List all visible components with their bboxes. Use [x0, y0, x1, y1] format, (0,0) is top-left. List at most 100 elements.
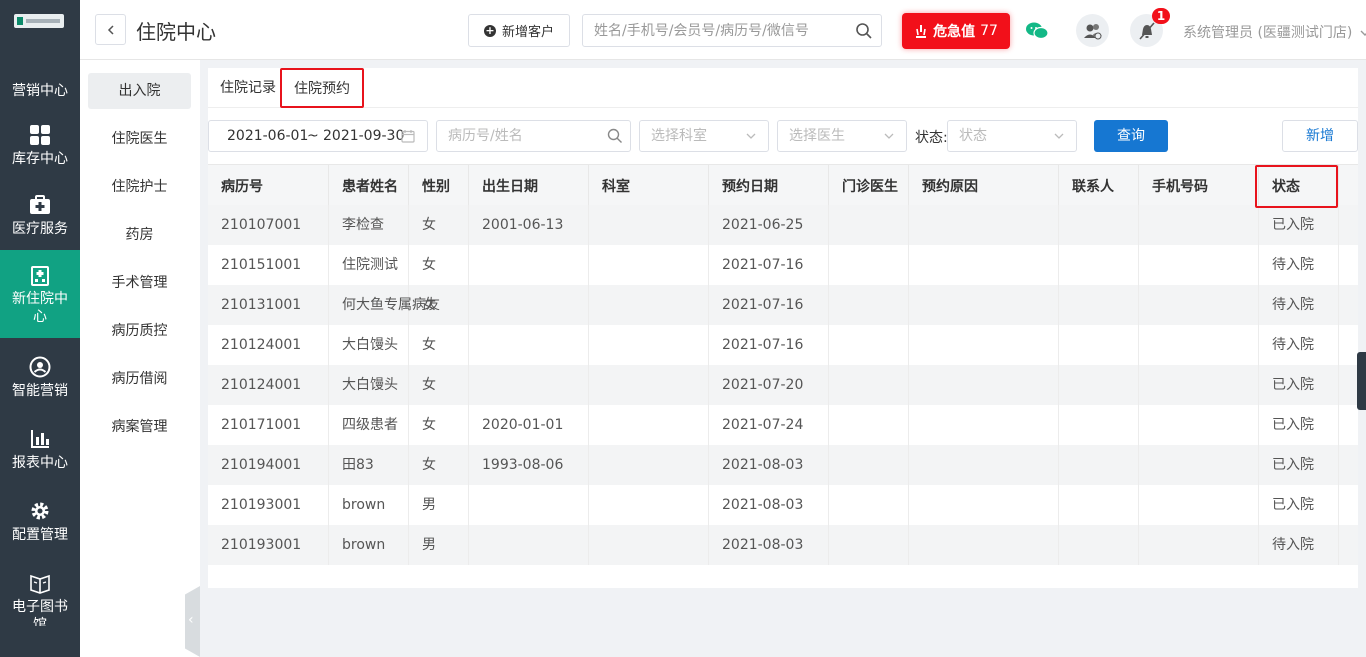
col-booking-reason-header[interactable]: 预约原因 — [909, 165, 1059, 205]
critical-value-button[interactable]: 危急值 77 — [902, 13, 1010, 49]
add-button[interactable]: 新增 — [1282, 120, 1358, 152]
col-outpatient-doctor-header[interactable]: 门诊医生 — [829, 165, 909, 205]
submenu-item-nurse[interactable]: 住院护士 — [88, 169, 191, 205]
col-patient-name-cell: 何大鱼专属病友 — [329, 285, 440, 325]
nav-item-inpatient[interactable]: 新住院中心 — [0, 250, 80, 338]
department-select[interactable]: 选择科室 — [639, 120, 769, 152]
col-record-no-cell: 210171001 — [208, 405, 329, 445]
table-row[interactable]: 210194001 田83 女 1993-08-06 2021-08-03 已入院 — [208, 445, 1358, 485]
table-row[interactable]: 210193001 brown 男 2021-08-03 已入院 — [208, 485, 1358, 525]
submenu-item-doctor[interactable]: 住院医生 — [88, 121, 191, 157]
col-phone-cell — [1139, 405, 1259, 445]
user-menu[interactable]: 系统管理员 (医疆测试门店) — [1183, 22, 1366, 42]
wechat-icon[interactable] — [1024, 18, 1050, 44]
patient-search-input[interactable] — [437, 121, 597, 151]
table-row[interactable]: 210124001 大白馒头女 2021-07-20 已入院 — [208, 365, 1358, 405]
nav-item-inventory[interactable]: 库存中心 — [0, 116, 80, 180]
col-department-header[interactable]: 科室 — [589, 165, 709, 205]
nav-item-smart-marketing[interactable]: 智能营销 — [0, 350, 80, 412]
col-booking-reason-cell — [909, 365, 1059, 405]
col-phone-cell — [1139, 325, 1259, 365]
col-patient-name-header[interactable]: 患者姓名 — [329, 165, 409, 205]
date-start: 2021-06-01 — [227, 128, 309, 144]
date-range-picker[interactable]: 2021-06-01 ~ 2021-09-30 — [208, 120, 428, 152]
table-row[interactable]: 210193001 brown 男 2021-08-03 待入院 — [208, 525, 1358, 565]
col-outpatient-doctor-cell — [829, 525, 909, 565]
nav-item-label: 营销中心 — [12, 83, 68, 99]
col-phone-cell — [1139, 445, 1259, 485]
col-booking-date-cell: 2021-08-03 — [709, 445, 829, 485]
col-record-no-cell: 210124001 — [208, 325, 329, 365]
submenu-item-admission[interactable]: 出入院 — [88, 73, 191, 109]
col-department-cell — [589, 405, 709, 445]
side-drawer-tab[interactable] — [1357, 352, 1366, 410]
user-name: 系统管理员 (医疆测试门店) — [1183, 25, 1353, 41]
col-birth-date-header[interactable]: 出生日期 — [469, 165, 589, 205]
col-contact-cell — [1059, 365, 1139, 405]
submenu-item-surgery[interactable]: 手术管理 — [88, 265, 191, 301]
table-row[interactable]: 210151001 住院测试女 2021-07-16 待入院 — [208, 245, 1358, 285]
col-record-no-header[interactable]: 病历号 — [208, 165, 329, 205]
col-outpatient-doctor-cell — [829, 405, 909, 445]
col-phone-cell — [1139, 205, 1259, 245]
col-gender-cell: 男 — [409, 485, 469, 525]
nav-item-config[interactable]: 配置管理 — [0, 494, 80, 556]
chevron-left-icon: ‹ — [188, 612, 194, 628]
nav-item-label: 配置管理 — [12, 527, 68, 543]
nav-item-marketing[interactable]: 营销中心 — [0, 74, 80, 108]
app-logo — [14, 14, 64, 28]
col-booking-date-header[interactable]: 预约日期 — [709, 165, 829, 205]
table-row[interactable]: 210124001 大白馒头女 2021-07-16 待入院 — [208, 325, 1358, 365]
col-patient-name-cell: 大白馒头 — [329, 325, 409, 365]
query-button[interactable]: 查询 — [1094, 120, 1168, 152]
doctor-select-placeholder: 选择医生 — [789, 128, 845, 144]
tab-booking[interactable]: 住院预约 — [280, 68, 364, 108]
col-contact-cell — [1059, 405, 1139, 445]
booking-table: 病历号 患者姓名 性别 出生日期 科室 预约日期 门诊医生 预约原因 联系人 手机号码 状态 210… — [208, 164, 1358, 574]
team-button[interactable] — [1076, 14, 1109, 47]
nav-item-library[interactable]: 电子图书馆 — [0, 566, 80, 626]
nav-item-label: 报表中心 — [12, 455, 68, 471]
col-contact-header[interactable]: 联系人 — [1059, 165, 1139, 205]
col-booking-date-cell: 2021-07-16 — [709, 285, 829, 325]
new-customer-button[interactable]: + 新增客户 — [468, 14, 570, 47]
col-status-cell: 已入院 — [1259, 365, 1339, 405]
col-status-header[interactable]: 状态 — [1259, 165, 1339, 205]
back-button[interactable] — [95, 14, 126, 45]
table-row[interactable]: 210171001 四级患者女 2020-01-01 2021-07-24 已入院 — [208, 405, 1358, 445]
book-icon — [30, 574, 50, 594]
col-status-cell: 已入院 — [1259, 485, 1339, 525]
col-contact-cell — [1059, 485, 1139, 525]
submenu-item-record-qc[interactable]: 病历质控 — [88, 313, 191, 349]
col-patient-name-cell: 李检查 — [329, 205, 409, 245]
department-select-placeholder: 选择科室 — [651, 128, 707, 144]
status-select[interactable]: 状态 — [947, 120, 1077, 152]
col-phone-cell — [1139, 285, 1259, 325]
tab-records[interactable]: 住院记录 — [220, 68, 276, 108]
nav-item-label: 智能营销 — [12, 383, 68, 399]
col-birth-date-cell — [469, 325, 589, 365]
col-birth-date-cell — [469, 285, 589, 325]
col-record-no-cell: 210107001 — [208, 205, 329, 245]
submenu-item-case-mgmt[interactable]: 病案管理 — [88, 409, 191, 445]
submenu-item-pharmacy[interactable]: 药房 — [88, 217, 191, 253]
nav-item-reports[interactable]: 报表中心 — [0, 422, 80, 484]
search-icon[interactable] — [607, 128, 623, 144]
col-gender-cell: 女 — [409, 325, 469, 365]
col-booking-date-cell: 2021-07-20 — [709, 365, 829, 405]
col-patient-name-cell: 住院测试 — [329, 245, 409, 285]
nav-item-medical[interactable]: 医疗服务 — [0, 188, 80, 250]
global-search-input[interactable] — [583, 15, 841, 46]
doctor-select[interactable]: 选择医生 — [777, 120, 907, 152]
submenu-item-record-borrow[interactable]: 病历借阅 — [88, 361, 191, 397]
collapse-sidebar-handle[interactable]: ‹ — [185, 586, 200, 657]
table-row[interactable]: 210107001 李检查女 2001-06-13 2021-06-25 已入院 — [208, 205, 1358, 245]
col-gender-header[interactable]: 性别 — [409, 165, 469, 205]
col-phone-header[interactable]: 手机号码 — [1139, 165, 1259, 205]
col-patient-name-cell: 大白馒头 — [329, 365, 409, 405]
search-icon[interactable] — [855, 22, 873, 40]
col-department-cell — [589, 205, 709, 245]
col-phone-cell — [1139, 525, 1259, 565]
table-row[interactable]: 210131001 何大鱼专属病友女 2021-07-16 待入院 — [208, 285, 1358, 325]
col-outpatient-doctor-cell — [829, 365, 909, 405]
